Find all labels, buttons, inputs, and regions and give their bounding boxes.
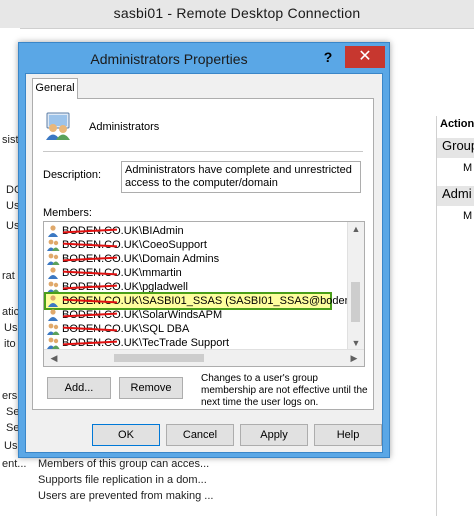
scroll-down-icon[interactable]: ▼ [348, 338, 364, 348]
group-icon [47, 253, 60, 265]
bg-description: Users are prevented from making ... [38, 490, 214, 502]
user-icon [48, 295, 58, 307]
group-icon [47, 281, 60, 293]
help-button[interactable]: Help [314, 424, 382, 446]
vertical-scroll-thumb[interactable] [351, 282, 360, 322]
group-icon [47, 323, 60, 335]
close-button[interactable]: ✕ [345, 46, 385, 68]
scroll-right-icon[interactable]: ▶ [346, 353, 362, 364]
rdp-titlebar: sasbi01 - Remote Desktop Connection [0, 0, 474, 29]
scroll-up-icon[interactable]: ▲ [348, 224, 364, 234]
bg-fragment: ers [2, 390, 18, 402]
group-icon [46, 112, 70, 140]
actions-group1[interactable]: Group [437, 138, 474, 158]
bg-fragment: ent... [2, 458, 27, 470]
dialog-titlebar[interactable]: Administrators Properties ? ✕ [19, 43, 389, 73]
user-icon [48, 267, 58, 279]
member-item[interactable]: BODEN.CO.UK\SASBI01_SSAS (SASBI01_SSAS@b… [44, 292, 364, 310]
dialog-title: Administrators Properties [90, 51, 248, 67]
divider [43, 151, 363, 152]
members-listbox[interactable]: BODEN.CO.UK\BIAdmin BODEN.CO.UK\CoeoSuppo… [43, 221, 365, 367]
actions-item2[interactable]: M [437, 210, 474, 222]
bg-fragment: atic [2, 306, 20, 318]
administrators-properties-dialog: Administrators Properties ? ✕ General Ad… [18, 42, 390, 458]
remove-button[interactable]: Remove [119, 377, 183, 399]
group-icon [47, 239, 60, 251]
members-label: Members: [43, 207, 92, 219]
scroll-left-icon[interactable]: ◀ [46, 353, 62, 364]
bg-fragment: sist [2, 134, 19, 146]
bg-fragment: ito [4, 338, 16, 350]
user-icon [48, 225, 58, 237]
bg-description: Supports file replication in a dom... [38, 474, 207, 486]
apply-button[interactable]: Apply [240, 424, 308, 446]
actions-item1[interactable]: M [437, 162, 474, 174]
dialog-body: General Administrators Description: Admi… [25, 73, 383, 453]
actions-pane [436, 116, 474, 516]
ok-button[interactable]: OK [92, 424, 160, 446]
vertical-scrollbar[interactable]: ▲ ▼ [347, 222, 364, 350]
actions-group2[interactable]: Admi [437, 186, 474, 206]
bg-fragment: rat [2, 270, 15, 282]
tab-general[interactable]: General [32, 78, 78, 99]
group-icon [47, 337, 60, 349]
add-button[interactable]: Add... [47, 377, 111, 399]
bg-description: Members of this group can acces... [38, 458, 210, 470]
description-field[interactable]: Administrators have complete and unrestr… [121, 161, 361, 193]
horizontal-scrollbar[interactable]: ◀ ▶ [44, 349, 364, 366]
rdp-window-title: sasbi01 - Remote Desktop Connection [113, 5, 361, 21]
horizontal-scroll-thumb[interactable] [114, 354, 204, 362]
membership-note: Changes to a user's group membership are… [201, 373, 368, 408]
description-label: Description: [43, 169, 102, 181]
cancel-button[interactable]: Cancel [166, 424, 234, 446]
user-icon [48, 309, 58, 321]
group-name: Administrators [89, 121, 160, 133]
help-question-button[interactable]: ? [314, 46, 342, 68]
general-tab-page: Administrators Description: Administrato… [32, 98, 374, 410]
actions-header: Actions [440, 118, 474, 130]
